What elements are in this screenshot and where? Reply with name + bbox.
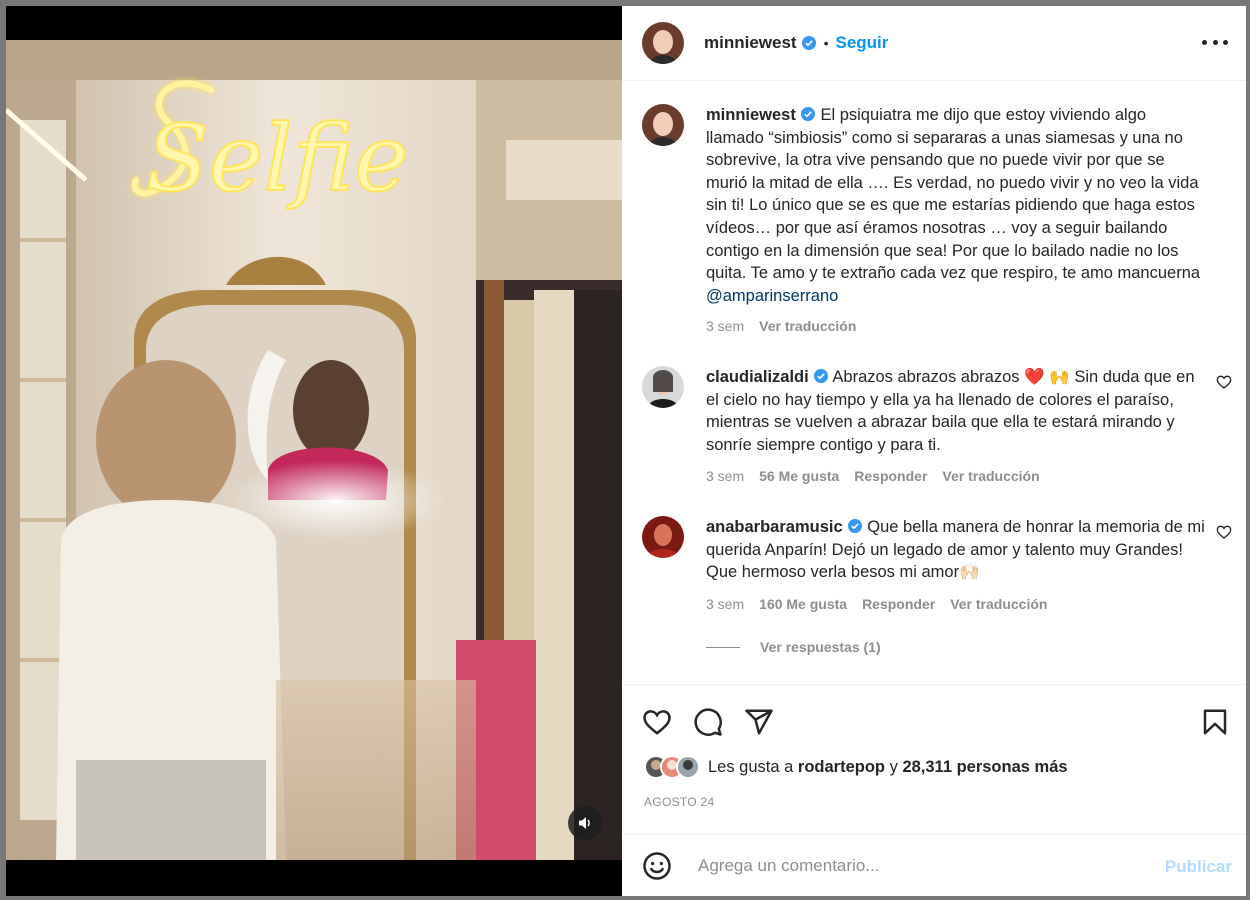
comment-username[interactable]: anabarbaramusic: [706, 518, 843, 536]
post-actions: Les gusta a rodartepop y 28,311 personas…: [622, 684, 1246, 834]
translate-link[interactable]: Ver traducción: [950, 596, 1047, 612]
comments-list[interactable]: minniewest El psiquiatra me dijo que est…: [622, 82, 1246, 684]
speaker-icon: [579, 817, 590, 829]
avatar[interactable]: [642, 22, 684, 64]
mute-button[interactable]: [568, 806, 602, 840]
liker-username[interactable]: rodartepop: [798, 758, 885, 776]
post-media[interactable]: Selfie: [6, 6, 622, 896]
comment-meta: 3 sem 56 Me gusta Responder Ver traducci…: [706, 468, 1040, 484]
like-comment-heart-icon[interactable]: [1216, 524, 1232, 540]
avatar-image: [642, 22, 684, 64]
caption-username[interactable]: minniewest: [706, 106, 796, 124]
neon-text: Selfie: [146, 105, 409, 212]
verified-badge-icon: [800, 107, 815, 121]
likes-others-count[interactable]: 28,311 personas más: [902, 758, 1067, 776]
comment-text-block: claudializaldi Abrazos abrazos abrazos ❤…: [706, 366, 1206, 456]
likes-count[interactable]: 160 Me gusta: [759, 596, 847, 612]
author-username[interactable]: minniewest: [704, 33, 797, 53]
view-replies-button[interactable]: Ver respuestas (1): [706, 639, 881, 655]
avatar[interactable]: [642, 516, 684, 558]
likes-conjunction: y: [889, 757, 898, 776]
like-comment-heart-icon[interactable]: [1216, 374, 1232, 390]
view-replies-label: Ver respuestas (1): [760, 639, 881, 655]
likes-summary[interactable]: Les gusta a rodartepop y 28,311 personas…: [644, 755, 1068, 779]
mention-link[interactable]: @amparinserrano: [706, 287, 838, 305]
video-frame: Selfie: [6, 40, 622, 860]
more-icon: [1202, 39, 1207, 45]
translate-link[interactable]: Ver traducción: [759, 318, 856, 334]
reply-link[interactable]: Responder: [862, 596, 935, 612]
emoji-icon[interactable]: [642, 851, 672, 881]
comment-meta: 3 sem 160 Me gusta Responder Ver traducc…: [706, 596, 1047, 612]
avatar[interactable]: [642, 366, 684, 408]
likes-text: Les gusta a rodartepop y 28,311 personas…: [708, 758, 1068, 777]
separator-dot: •: [823, 35, 829, 51]
post-header: minniewest • Seguir: [622, 6, 1246, 81]
replies-divider: [706, 646, 740, 648]
timestamp: 3 sem: [706, 318, 745, 334]
bookmark-icon[interactable]: [1200, 707, 1230, 737]
publish-button[interactable]: Publicar: [1165, 857, 1232, 877]
comment-text-block: anabarbaramusic Que bella manera de honr…: [706, 516, 1206, 584]
translate-link[interactable]: Ver traducción: [942, 468, 1039, 484]
verified-badge-icon: [847, 519, 862, 533]
likes-prefix: Les gusta a: [708, 757, 794, 776]
heart-icon[interactable]: [642, 707, 672, 737]
comment-icon[interactable]: [693, 707, 723, 737]
post-side-panel: minniewest • Seguir minniewest El psiqui…: [622, 6, 1246, 896]
timestamp: 3 sem: [706, 468, 745, 484]
comment-input[interactable]: [698, 855, 1138, 876]
share-icon[interactable]: [744, 707, 774, 737]
caption-text-block: minniewest El psiquiatra me dijo que est…: [706, 104, 1206, 307]
verified-badge-icon: [801, 36, 816, 50]
avatar[interactable]: [642, 104, 684, 146]
more-options-button[interactable]: [1202, 32, 1228, 52]
likes-count[interactable]: 56 Me gusta: [759, 468, 839, 484]
comment-username[interactable]: claudializaldi: [706, 368, 809, 386]
comment-composer: Publicar: [622, 834, 1246, 896]
caption-meta: 3 sem Ver traducción: [706, 318, 856, 334]
instagram-post-window: Selfie minniewest • Seguir minniewest El…: [6, 6, 1246, 896]
verified-badge-icon: [813, 369, 828, 383]
liker-avatar: [676, 755, 700, 779]
reply-link[interactable]: Responder: [854, 468, 927, 484]
follow-button[interactable]: Seguir: [836, 33, 889, 53]
timestamp: 3 sem: [706, 596, 745, 612]
caption-text: El psiquiatra me dijo que estoy viviendo…: [706, 106, 1201, 283]
post-date: AGOSTO 24: [644, 795, 715, 809]
